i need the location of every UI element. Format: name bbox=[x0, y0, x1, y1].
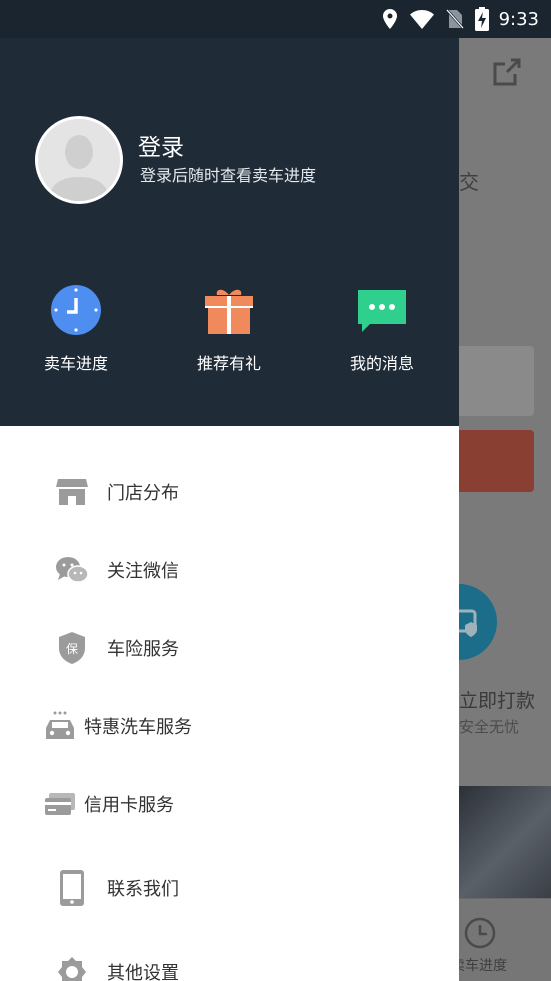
phone-icon bbox=[54, 870, 90, 906]
menu-label: 关注微信 bbox=[107, 561, 179, 582]
menu-item-credit-card[interactable]: 信用卡服务 bbox=[0, 774, 459, 834]
quick-action-label: 我的消息 bbox=[349, 354, 414, 373]
wifi-icon bbox=[409, 10, 434, 29]
background-partial-text: 交 bbox=[459, 170, 479, 194]
menu-item-settings[interactable]: 其他设置 bbox=[0, 942, 459, 981]
menu-label: 车险服务 bbox=[107, 639, 179, 660]
status-bar: 9:33 bbox=[0, 0, 551, 38]
menu-label: 联系我们 bbox=[107, 879, 179, 900]
background-app: 交 立即打款 安全无忧 卖车进度 bbox=[459, 38, 551, 981]
menu-label: 门店分布 bbox=[107, 483, 179, 504]
background-tab-label[interactable]: 卖车进度 bbox=[459, 955, 507, 975]
default-user-icon bbox=[38, 119, 120, 201]
quick-action-sell-progress[interactable]: 卖车进度 bbox=[16, 284, 136, 374]
quick-action-label: 卖车进度 bbox=[43, 354, 108, 373]
clock-time: 9:33 bbox=[498, 8, 539, 30]
menu-label: 其他设置 bbox=[107, 963, 179, 981]
navigation-drawer: 登录 登录后随时查看卖车进度 卖车进度 推荐有礼 我的消息 门店分布 关注微信 … bbox=[0, 38, 459, 981]
background-input[interactable] bbox=[459, 346, 534, 416]
menu-item-insurance[interactable]: 保 车险服务 bbox=[0, 618, 459, 678]
menu-item-wechat[interactable]: 关注微信 bbox=[0, 540, 459, 600]
car-wash-icon bbox=[42, 708, 78, 744]
login-subtitle: 登录后随时查看卖车进度 bbox=[140, 166, 317, 185]
background-pay-text: 立即打款 bbox=[459, 690, 536, 712]
gift-icon bbox=[205, 289, 253, 334]
battery-charging-icon bbox=[474, 7, 489, 31]
store-icon bbox=[54, 474, 90, 510]
quick-action-label: 推荐有礼 bbox=[196, 354, 261, 373]
quick-action-referral[interactable]: 推荐有礼 bbox=[169, 284, 289, 374]
menu-label: 特惠洗车服务 bbox=[84, 717, 192, 738]
avatar[interactable] bbox=[35, 116, 123, 204]
menu-label: 信用卡服务 bbox=[84, 795, 174, 816]
credit-card-icon bbox=[42, 786, 78, 822]
message-icon bbox=[358, 290, 406, 332]
clock-tab-icon[interactable] bbox=[463, 916, 497, 950]
svg-text:保: 保 bbox=[66, 642, 78, 656]
location-icon bbox=[382, 9, 397, 29]
background-banner-image[interactable] bbox=[459, 786, 551, 898]
clock-icon bbox=[51, 285, 101, 335]
background-tab-bar: 卖车进度 bbox=[459, 898, 551, 981]
menu-item-stores[interactable]: 门店分布 bbox=[0, 462, 459, 522]
menu-item-car-wash[interactable]: 特惠洗车服务 bbox=[0, 696, 459, 756]
settings-icon bbox=[54, 954, 90, 981]
insurance-shield-icon: 保 bbox=[54, 630, 90, 666]
background-safe-text: 安全无忧 bbox=[459, 718, 520, 736]
no-sim-icon bbox=[445, 9, 464, 29]
payment-card-icon bbox=[459, 584, 497, 660]
wechat-icon bbox=[54, 552, 90, 588]
login-title[interactable]: 登录 bbox=[138, 128, 184, 162]
background-submit-button[interactable] bbox=[459, 430, 534, 492]
edit-icon[interactable] bbox=[489, 56, 523, 90]
menu-item-contact[interactable]: 联系我们 bbox=[0, 858, 459, 918]
drawer-header: 登录 登录后随时查看卖车进度 卖车进度 推荐有礼 我的消息 bbox=[0, 38, 459, 426]
quick-action-messages[interactable]: 我的消息 bbox=[322, 284, 442, 374]
